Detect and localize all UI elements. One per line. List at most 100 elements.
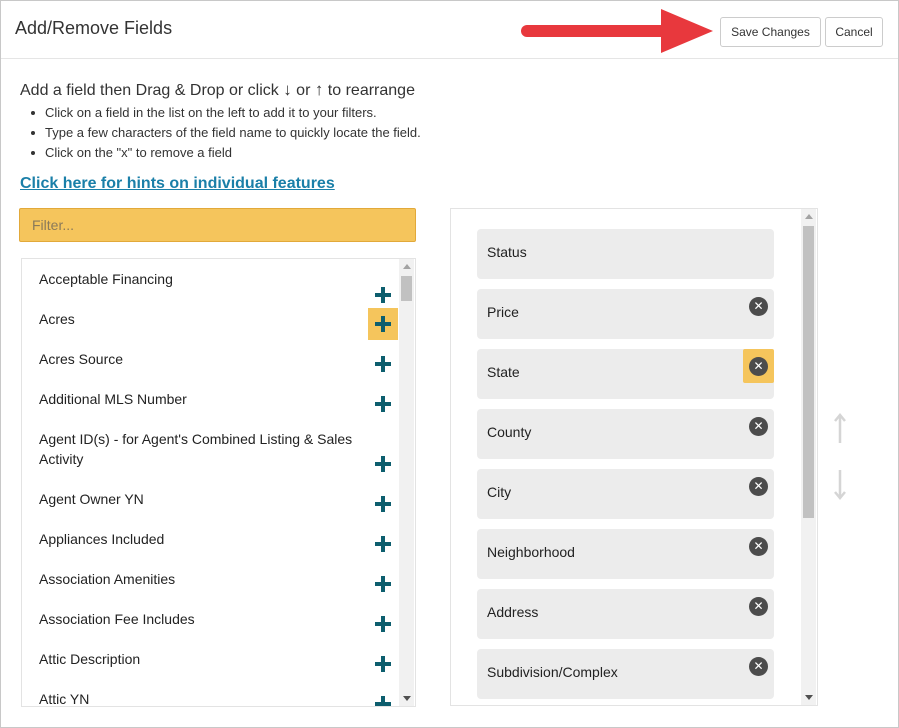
field-label: Attic Description — [39, 651, 141, 667]
add-field-button[interactable] — [368, 568, 398, 600]
add-field-button[interactable] — [368, 648, 398, 680]
list-item[interactable]: Appliances Included — [22, 529, 400, 569]
add-remove-fields-dialog: Add/Remove Fields Save Changes Cancel Ad… — [0, 0, 899, 728]
field-label: Additional MLS Number — [39, 391, 187, 407]
field-label: Acceptable Financing — [39, 271, 173, 287]
cancel-button[interactable]: Cancel — [825, 17, 883, 47]
add-field-button[interactable] — [368, 448, 398, 480]
plus-icon — [375, 576, 391, 592]
add-field-button[interactable] — [368, 279, 398, 311]
hints-link[interactable]: Click here for hints on individual featu… — [20, 175, 335, 193]
list-item[interactable]: Acceptable Financing — [22, 269, 400, 309]
list-item[interactable]: Agent Owner YN — [22, 489, 400, 529]
selected-field-status[interactable]: Status — [477, 229, 774, 279]
move-up-arrow-icon[interactable] — [833, 412, 847, 444]
add-field-button[interactable] — [368, 608, 398, 640]
selected-field-label: Address — [487, 604, 539, 620]
add-field-button[interactable] — [368, 388, 398, 420]
list-item[interactable]: Agent ID(s) - for Agent's Combined Listi… — [22, 429, 400, 489]
instruction-item: Click on a field in the list on the left… — [31, 103, 421, 123]
plus-icon — [375, 456, 391, 472]
selected-field-county[interactable]: County ✕ — [477, 409, 774, 459]
remove-x-icon: ✕ — [749, 296, 768, 316]
dialog-title: Add/Remove Fields — [15, 18, 173, 38]
selected-field-label: City — [487, 484, 512, 500]
move-down-arrow-icon[interactable] — [833, 469, 847, 501]
remove-field-button[interactable]: ✕ — [743, 589, 774, 623]
add-field-button[interactable] — [368, 348, 398, 380]
remove-field-button[interactable]: ✕ — [743, 469, 774, 503]
remove-x-icon: ✕ — [749, 476, 768, 496]
field-label: Appliances Included — [39, 531, 165, 547]
selected-field-label: Status — [487, 244, 527, 260]
selected-fields-list: Status Price ✕ State ✕ County ✕ City ✕ N… — [450, 208, 818, 706]
available-fields-list: Acceptable Financing Acres Acres Source … — [21, 258, 416, 707]
selected-field-label: State — [487, 364, 520, 380]
list-item[interactable]: Acres Source — [22, 349, 400, 389]
field-label: Agent Owner YN — [39, 491, 144, 507]
selected-field-city[interactable]: City ✕ — [477, 469, 774, 519]
plus-icon — [375, 356, 391, 372]
down-arrow-glyph: ↓ — [283, 80, 292, 99]
list-item[interactable]: Additional MLS Number — [22, 389, 400, 429]
plus-icon — [375, 696, 391, 706]
plus-icon — [375, 287, 391, 303]
instruction-item: Click on the "x" to remove a field — [31, 143, 421, 163]
field-label: Acres Source — [39, 351, 124, 367]
plus-icon — [375, 396, 391, 412]
add-field-button[interactable] — [368, 488, 398, 520]
remove-x-icon: ✕ — [749, 416, 768, 436]
list-item[interactable]: Attic YN — [22, 688, 400, 707]
field-label: Association Amenities — [39, 571, 176, 587]
remove-field-button[interactable]: ✕ — [743, 649, 774, 683]
remove-x-icon: ✕ — [749, 596, 768, 616]
field-label: Acres — [39, 311, 75, 327]
remove-field-button[interactable]: ✕ — [743, 409, 774, 443]
selected-field-address[interactable]: Address ✕ — [477, 589, 774, 639]
selected-field-label: County — [487, 424, 532, 440]
list-item[interactable]: Association Amenities — [22, 569, 400, 609]
selected-field-state[interactable]: State ✕ — [477, 349, 774, 399]
instructions-list: Click on a field in the list on the left… — [31, 103, 421, 163]
selected-field-label: Neighborhood — [487, 544, 575, 560]
remove-field-button[interactable]: ✕ — [743, 349, 774, 383]
scroll-down-icon[interactable] — [403, 696, 411, 701]
filter-input[interactable] — [19, 208, 416, 242]
selected-fields-scrollbar[interactable] — [801, 209, 816, 705]
scroll-up-icon[interactable] — [805, 214, 813, 219]
plus-icon — [375, 656, 391, 672]
field-label: Attic YN — [39, 691, 90, 707]
selected-field-price[interactable]: Price ✕ — [477, 289, 774, 339]
instruction-item: Type a few characters of the field name … — [31, 123, 421, 143]
list-item[interactable]: Association Fee Includes — [22, 609, 400, 649]
plus-icon — [375, 616, 391, 632]
scrollbar-thumb[interactable] — [803, 226, 814, 518]
selected-field-label: Subdivision/Complex — [487, 664, 618, 680]
plus-icon — [375, 496, 391, 512]
field-label: Agent ID(s) - for Agent's Combined Listi… — [39, 431, 353, 467]
available-fields-scrollbar[interactable] — [399, 259, 414, 706]
instructions-title: Add a field then Drag & Drop or click ↓ … — [20, 80, 415, 99]
save-changes-button[interactable]: Save Changes — [720, 17, 821, 47]
remove-field-button[interactable]: ✕ — [743, 289, 774, 323]
add-field-button[interactable] — [368, 528, 398, 560]
selected-field-neighborhood[interactable]: Neighborhood ✕ — [477, 529, 774, 579]
red-arrow-icon — [521, 9, 713, 53]
list-item[interactable]: Acres — [22, 308, 400, 349]
dialog-header: Add/Remove Fields Save Changes Cancel — [1, 1, 898, 59]
remove-x-icon: ✕ — [749, 356, 768, 376]
selected-field-subdivision[interactable]: Subdivision/Complex ✕ — [477, 649, 774, 699]
remove-field-button[interactable]: ✕ — [743, 529, 774, 563]
list-item[interactable]: Attic Description — [22, 649, 400, 689]
field-label: Association Fee Includes — [39, 611, 195, 627]
plus-icon — [375, 316, 391, 332]
scroll-down-icon[interactable] — [805, 695, 813, 700]
scrollbar-thumb[interactable] — [401, 276, 412, 301]
add-field-button[interactable] — [368, 308, 398, 340]
remove-x-icon: ✕ — [749, 536, 768, 556]
remove-x-icon: ✕ — [749, 656, 768, 676]
scroll-up-icon[interactable] — [403, 264, 411, 269]
plus-icon — [375, 536, 391, 552]
selected-field-label: Price — [487, 304, 519, 320]
add-field-button[interactable] — [368, 688, 398, 706]
